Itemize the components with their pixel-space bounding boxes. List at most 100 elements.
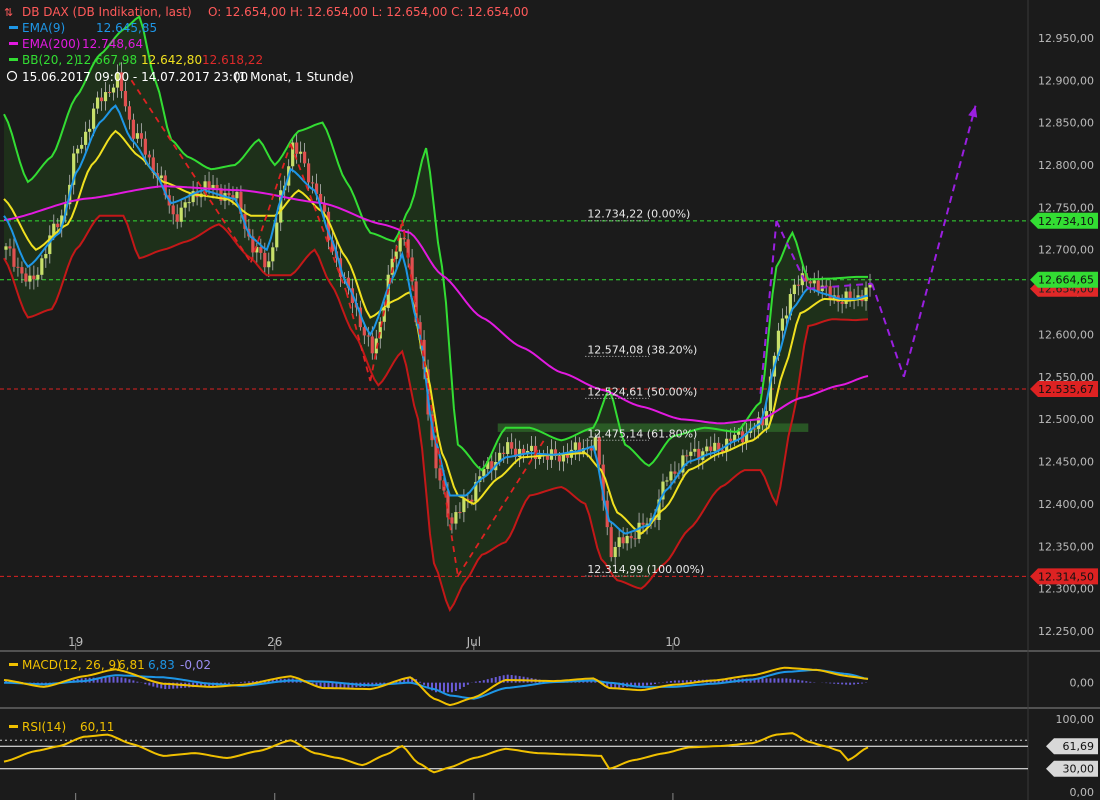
candle-body bbox=[685, 455, 689, 457]
candle-body bbox=[271, 247, 275, 262]
candle-body bbox=[99, 97, 104, 102]
candle-body bbox=[139, 133, 143, 139]
y-tick-label: 12.800,00 bbox=[1038, 159, 1094, 172]
candle-body bbox=[103, 92, 108, 102]
level-price-label: 12.664,65 bbox=[1038, 274, 1094, 287]
macd-zero-label: 0,00 bbox=[1070, 677, 1095, 690]
candle-body bbox=[792, 284, 796, 295]
candle-body bbox=[111, 87, 116, 93]
rsi-axis-label: 100,00 bbox=[1056, 713, 1095, 726]
candle-body bbox=[28, 275, 32, 282]
candle-body bbox=[502, 452, 506, 454]
candle-body bbox=[275, 222, 279, 248]
y-tick-label: 12.400,00 bbox=[1038, 498, 1094, 511]
candle-body bbox=[135, 133, 139, 139]
candle-body bbox=[107, 92, 112, 94]
ema9-swatch bbox=[9, 26, 18, 29]
candle-body bbox=[263, 252, 267, 268]
y-tick-label: 12.750,00 bbox=[1038, 201, 1094, 214]
candle-body bbox=[693, 448, 697, 452]
candle-body bbox=[40, 258, 44, 275]
candle-body bbox=[127, 106, 132, 120]
candle-body bbox=[557, 456, 562, 462]
macd-swatch bbox=[9, 663, 18, 666]
candle-body bbox=[8, 246, 12, 249]
candle-body bbox=[171, 205, 175, 215]
candle-body bbox=[147, 154, 151, 158]
rsi-label: RSI(14) bbox=[22, 720, 66, 734]
period-note: (1 Monat, 1 Stunde) bbox=[234, 70, 354, 84]
candle-body bbox=[366, 335, 370, 337]
candle-body bbox=[844, 291, 848, 304]
macd-label: MACD(12, 26, 9) bbox=[22, 658, 121, 672]
price-axis: 12.950,00 12.900,00 12.850,00 12.800,00 12.7… bbox=[1030, 32, 1098, 638]
candle-body bbox=[235, 191, 239, 199]
candle-body bbox=[76, 148, 80, 154]
macd-hist-value: -0,02 bbox=[180, 658, 211, 672]
candle-body bbox=[143, 138, 147, 155]
macd-value: 6,81 bbox=[118, 658, 145, 672]
candle-body bbox=[617, 537, 621, 548]
candle-body bbox=[510, 442, 514, 449]
candle-body bbox=[402, 237, 406, 240]
candle-body bbox=[462, 498, 466, 513]
candle-body bbox=[629, 535, 633, 539]
candle-body bbox=[370, 336, 374, 354]
ema200-value: 12.748,64 bbox=[82, 37, 143, 51]
candle-body bbox=[299, 151, 303, 154]
candle-body bbox=[808, 281, 812, 284]
rsi-swatch bbox=[9, 725, 18, 728]
candle-body bbox=[673, 471, 677, 474]
candle-body bbox=[589, 448, 593, 451]
candle-body bbox=[625, 535, 629, 544]
candle-body bbox=[227, 193, 231, 196]
rsi-axis-label: 0,00 bbox=[1070, 786, 1095, 799]
candle-body bbox=[470, 499, 474, 502]
fib-level-label: 12.314,99 (100.00%) bbox=[587, 563, 704, 576]
candle-body bbox=[56, 223, 60, 228]
y-tick-label: 12.850,00 bbox=[1038, 117, 1094, 130]
candle-body bbox=[529, 445, 534, 451]
x-tick-label: 19 bbox=[68, 635, 83, 649]
candle-body bbox=[840, 301, 844, 304]
ema9-label: EMA(9) bbox=[22, 21, 65, 35]
candle-body bbox=[259, 247, 263, 253]
candle-body bbox=[641, 522, 645, 525]
y-tick-label: 12.600,00 bbox=[1038, 328, 1094, 341]
candle-body bbox=[310, 182, 315, 184]
candle-body bbox=[597, 437, 601, 465]
candle-body bbox=[16, 266, 20, 268]
candle-body bbox=[713, 442, 717, 451]
candle-body bbox=[4, 246, 8, 250]
candle-body bbox=[159, 175, 163, 179]
candle-body bbox=[780, 318, 785, 331]
candle-body bbox=[131, 119, 136, 139]
y-tick-label: 12.700,00 bbox=[1038, 244, 1094, 257]
candle-body bbox=[207, 181, 211, 189]
y-tick-label: 12.250,00 bbox=[1038, 625, 1094, 638]
candle-body bbox=[295, 142, 299, 154]
period-range: 15.06.2017 09:00 - 14.07.2017 23:00 bbox=[22, 70, 248, 84]
candle-body bbox=[306, 163, 311, 183]
candle-body bbox=[796, 284, 800, 286]
bb-lower-value: 12.618,22 bbox=[202, 53, 263, 67]
rsi-level-label: 30,00 bbox=[1063, 763, 1095, 776]
bb-upper-value: 12.667,98 bbox=[76, 53, 137, 67]
candle-body bbox=[179, 207, 183, 222]
candle-body bbox=[123, 90, 128, 107]
candle-body bbox=[187, 202, 191, 204]
candle-body bbox=[183, 202, 187, 208]
x-tick-label: 26 bbox=[267, 635, 282, 649]
fib-level-label: 12.475,14 (61.80%) bbox=[587, 427, 697, 440]
candle-body bbox=[215, 184, 219, 189]
fib-level-label: 12.574,08 (38.20%) bbox=[587, 343, 697, 356]
candle-body bbox=[454, 512, 458, 524]
ohlc-values: O: 12.654,00 H: 12.654,00 L: 12.654,00 C… bbox=[208, 5, 528, 19]
candle-body bbox=[20, 267, 24, 274]
y-tick-label: 12.450,00 bbox=[1038, 456, 1094, 469]
candle-body bbox=[689, 451, 693, 456]
ema9-value: 12.645,85 bbox=[96, 21, 157, 35]
candle-body bbox=[665, 480, 669, 482]
candle-body bbox=[573, 442, 577, 450]
candle-body bbox=[506, 442, 510, 454]
